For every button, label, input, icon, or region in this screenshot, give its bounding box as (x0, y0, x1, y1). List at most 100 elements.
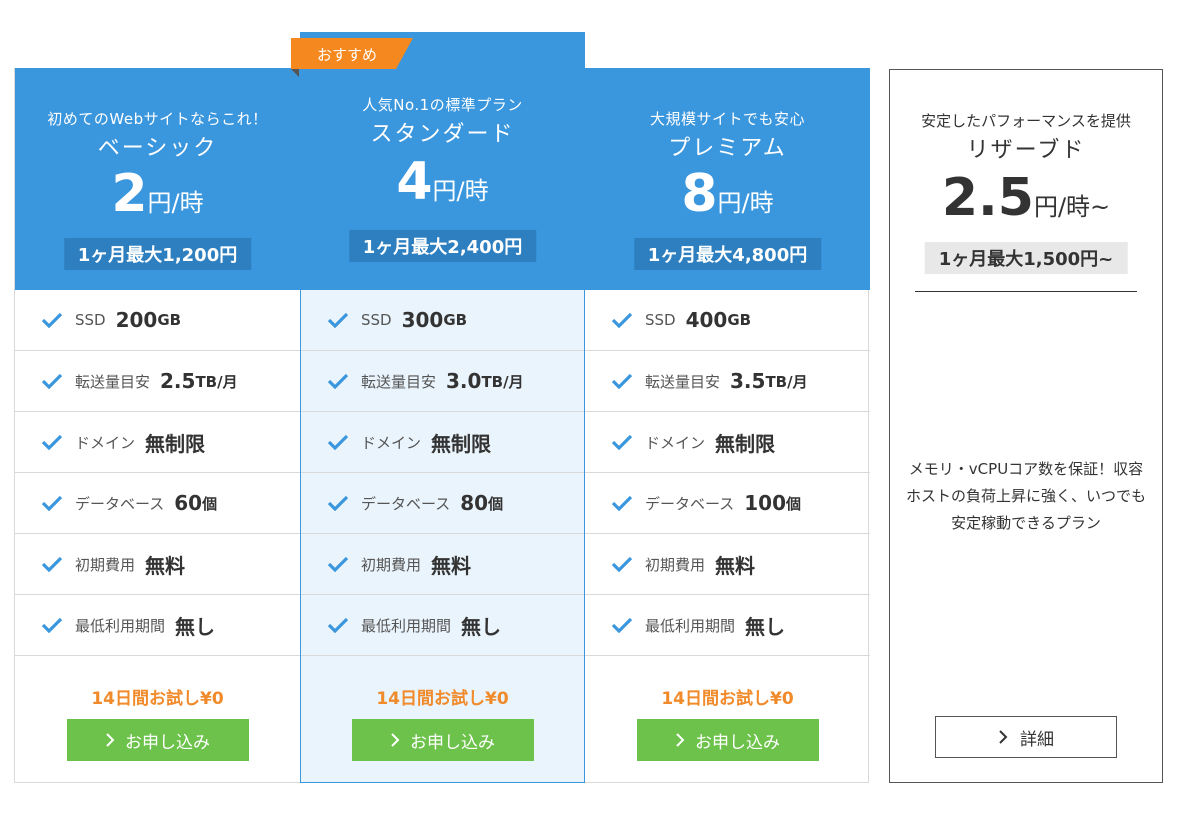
badge-label: おすすめ (317, 46, 378, 64)
feature-unit: GB (157, 311, 182, 329)
feature-ssd: SSD 400 GB (585, 290, 870, 351)
detail-button[interactable]: 詳細 (935, 716, 1117, 758)
check-icon (327, 495, 349, 511)
feature-value: 無制限 (431, 431, 492, 456)
feature-unit: TB/月 (481, 372, 524, 391)
feature-label: 初期費用 (361, 555, 422, 574)
check-icon (41, 373, 63, 389)
feature-unit: 個 (202, 494, 218, 513)
check-icon (41, 617, 63, 633)
apply-button-label: お申し込み (125, 732, 210, 752)
feature-min-term: 最低利用期間 無し (15, 595, 300, 656)
apply-button-basic[interactable]: お申し込み (66, 719, 249, 761)
feature-list: SSD 300 GB 転送量目安 3.0 TB/月 ドメイン 無制限 データベース 80 個 … (301, 290, 584, 656)
check-icon (611, 556, 633, 572)
feature-value: 400 (685, 308, 728, 332)
feature-value: 100 (744, 491, 787, 515)
check-icon (327, 373, 349, 389)
feature-unit: 個 (488, 494, 504, 513)
price-unit: 円/時 (147, 189, 204, 217)
feature-initial-fee: 初期費用 無料 (15, 534, 300, 595)
divider (915, 291, 1137, 292)
feature-list: SSD 200 GB 転送量目安 2.5 TB/月 ドメイン 無制限 データベース 60 個 … (15, 290, 300, 656)
monthly-cap: 1ヶ月最大4,800円 (633, 238, 822, 270)
feature-value: 2.5 (160, 369, 196, 393)
feature-unit: TB/月 (765, 372, 808, 391)
feature-domain: ドメイン 無制限 (301, 412, 584, 473)
check-icon (41, 434, 63, 450)
feature-value: 無料 (715, 553, 756, 578)
plan-name: リザーブド (966, 138, 1086, 163)
check-icon (327, 312, 349, 328)
apply-button-premium[interactable]: お申し込み (636, 719, 819, 761)
price-unit: 円/時~ (1033, 193, 1111, 221)
apply-button-label: お申し込み (410, 732, 495, 752)
plan-name: プレミアム (668, 136, 787, 161)
plan-price: 2.5円/時~ (890, 168, 1162, 228)
feature-label: 最低利用期間 (645, 616, 736, 635)
plan-tagline: 人気No.1の標準プラン (362, 96, 523, 114)
feature-label: データベース (645, 494, 735, 513)
plan-tagline: 安定したパフォーマンスを提供 (921, 112, 1131, 130)
check-icon (41, 495, 63, 511)
feature-value: 無料 (145, 553, 186, 578)
feature-value: 無料 (431, 553, 472, 578)
price-value: 8 (681, 164, 718, 224)
plan-tagline: 大規模サイトでも安心 (649, 110, 805, 128)
feature-ssd: SSD 300 GB (301, 290, 584, 351)
feature-value: 無制限 (145, 431, 206, 456)
plan-footer: 14日間お試し¥0 お申し込み (301, 656, 584, 761)
feature-min-term: 最低利用期間 無し (585, 595, 870, 656)
feature-domain: ドメイン 無制限 (15, 412, 300, 473)
feature-label: 初期費用 (75, 555, 136, 574)
feature-value: 無制限 (715, 431, 776, 456)
chevron-right-icon (391, 733, 400, 747)
feature-unit: GB (727, 311, 752, 329)
price-value: 4 (396, 152, 433, 212)
plan-price: 4円/時 (301, 152, 584, 212)
feature-database: データベース 80 個 (301, 473, 584, 534)
feature-min-term: 最低利用期間 無し (301, 595, 584, 656)
apply-button-standard[interactable]: お申し込み (351, 719, 534, 761)
feature-transfer: 転送量目安 3.0 TB/月 (301, 351, 584, 412)
feature-ssd: SSD 200 GB (15, 290, 300, 351)
price-value: 2 (111, 164, 148, 224)
feature-label: データベース (75, 494, 165, 513)
plan-header: 初めてのWebサイトならこれ！ ベーシック 2円/時 1ヶ月最大1,200円 (15, 68, 300, 290)
monthly-cap: 1ヶ月最大2,400円 (348, 230, 537, 262)
plan-name: スタンダード (370, 122, 515, 147)
plan-description: メモリ・vCPUコア数を保証！収容ホストの負荷上昇に強く、いつでも安定稼動できる… (905, 460, 1146, 532)
chevron-right-icon (676, 733, 685, 747)
monthly-cap: 1ヶ月最大1,500円~ (924, 242, 1128, 274)
feature-label: SSD (361, 311, 392, 329)
feature-label: 最低利用期間 (75, 616, 166, 635)
feature-initial-fee: 初期費用 無料 (301, 534, 584, 595)
feature-transfer: 転送量目安 3.5 TB/月 (585, 351, 870, 412)
feature-value: 300 (401, 308, 444, 332)
trial-text: 14日間お試し¥0 (661, 689, 794, 709)
check-icon (611, 373, 633, 389)
feature-label: ドメイン (361, 433, 422, 452)
plan-card-premium: 大規模サイトでも安心 プレミアム 8円/時 1ヶ月最大4,800円 SSD 400… (585, 68, 870, 783)
feature-label: 初期費用 (645, 555, 706, 574)
chevron-right-icon (106, 733, 115, 747)
detail-button-label: 詳細 (1020, 729, 1054, 749)
recommended-badge: おすすめ (291, 38, 413, 77)
price-unit: 円/時 (717, 189, 774, 217)
price-unit: 円/時 (432, 177, 489, 205)
check-icon (41, 556, 63, 572)
feature-database: データベース 60 個 (15, 473, 300, 534)
feature-label: SSD (645, 311, 676, 329)
check-icon (611, 617, 633, 633)
feature-unit: GB (443, 311, 468, 329)
feature-unit: TB/月 (195, 372, 238, 391)
check-icon (327, 434, 349, 450)
feature-transfer: 転送量目安 2.5 TB/月 (15, 351, 300, 412)
chevron-right-icon (999, 730, 1008, 744)
feature-domain: ドメイン 無制限 (585, 412, 870, 473)
check-icon (611, 434, 633, 450)
feature-initial-fee: 初期費用 無料 (585, 534, 870, 595)
plan-comparison-table: 初めてのWebサイトならこれ！ ベーシック 2円/時 1ヶ月最大1,200円 S… (14, 32, 870, 783)
feature-value: 80 (460, 491, 489, 515)
check-icon (611, 495, 633, 511)
